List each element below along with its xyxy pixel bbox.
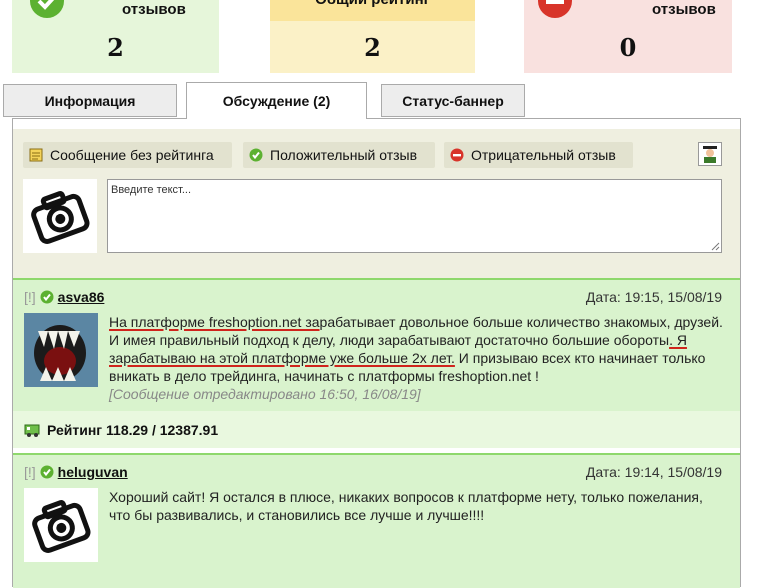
post-username[interactable]: asva86 bbox=[58, 289, 105, 305]
total-rating-label: Общий рейтинг bbox=[270, 0, 475, 8]
post-username[interactable]: heluguvan bbox=[58, 464, 128, 480]
negative-review-label: Отрицательный отзыв bbox=[471, 147, 616, 163]
post-text: На платформе freshoption.net зарабатывае… bbox=[109, 313, 723, 403]
discussion-panel: Сообщение без рейтинга Положительный отз… bbox=[12, 118, 741, 588]
post-date: Дата: 19:15, 15/08/19 bbox=[585, 289, 722, 305]
post-avatar bbox=[24, 313, 98, 387]
post-meta: [!] heluguvan bbox=[24, 464, 128, 480]
tab-bar: Информация Обсуждение (2) Статус-баннер bbox=[0, 82, 760, 119]
positive-reviews-label: отзывов bbox=[122, 1, 186, 18]
check-circle-icon bbox=[249, 148, 263, 162]
post-text-part-1: На платформе freshoption.net за bbox=[109, 314, 320, 330]
post-text: Хороший сайт! Я остался в плюсе, никаких… bbox=[109, 489, 703, 523]
message-textarea[interactable]: Введите текст... bbox=[107, 179, 722, 253]
report-flag[interactable]: [!] bbox=[24, 289, 36, 305]
check-circle-icon bbox=[30, 0, 64, 18]
negative-reviews-label: отзывов bbox=[652, 1, 716, 18]
check-circle-icon bbox=[40, 290, 54, 304]
negative-review-button[interactable]: Отрицательный отзыв bbox=[444, 142, 633, 168]
post-asva86: [!] asva86 Дата: 19:15, 15/08/19 На плат… bbox=[13, 278, 740, 411]
total-rating-value: 2 bbox=[364, 33, 381, 62]
post-edited-note: [Сообщение отредактировано 16:50, 16/08/… bbox=[109, 386, 421, 402]
no-rating-message-button[interactable]: Сообщение без рейтинга bbox=[23, 142, 232, 168]
user-avatar-button[interactable] bbox=[698, 142, 722, 166]
minus-circle-icon bbox=[450, 148, 464, 162]
check-circle-icon bbox=[40, 465, 54, 479]
positive-review-label: Положительный отзыв bbox=[270, 147, 418, 163]
composer-avatar bbox=[23, 179, 97, 253]
tab-discussion[interactable]: Обсуждение (2) bbox=[186, 82, 367, 119]
camera-icon bbox=[31, 191, 90, 244]
post-avatar bbox=[24, 488, 98, 562]
message-textarea-placeholder: Введите текст... bbox=[111, 184, 192, 196]
no-rating-message-label: Сообщение без рейтинга bbox=[50, 147, 214, 163]
user-avatar-icon bbox=[703, 146, 717, 163]
report-flag[interactable]: [!] bbox=[24, 464, 36, 480]
post-date: Дата: 19:14, 15/08/19 bbox=[585, 464, 722, 480]
negative-reviews-count: 0 bbox=[619, 33, 637, 62]
rating-icon bbox=[24, 424, 40, 437]
tab-information[interactable]: Информация bbox=[3, 84, 177, 117]
user-rating-value: Рейтинг 118.29 / 12387.91 bbox=[47, 421, 219, 438]
post-meta: [!] asva86 bbox=[24, 289, 104, 305]
tab-status-banner[interactable]: Статус-баннер bbox=[381, 84, 525, 117]
camera-icon bbox=[32, 500, 91, 553]
positive-reviews-count: 2 bbox=[107, 33, 124, 62]
minus-circle-icon bbox=[538, 0, 572, 18]
resize-handle-icon[interactable] bbox=[711, 242, 720, 251]
user-rating-row: Рейтинг 118.29 / 12387.91 bbox=[13, 411, 740, 448]
negative-reviews-box: отзывов 0 bbox=[524, 0, 732, 73]
post-heluguvan: [!] heluguvan Дата: 19:14, 15/08/19 Хоро… bbox=[13, 453, 740, 588]
positive-review-button[interactable]: Положительный отзыв bbox=[243, 142, 435, 168]
total-rating-box: Общий рейтинг 2 bbox=[270, 0, 475, 73]
note-icon bbox=[29, 148, 43, 162]
positive-reviews-box: отзывов 2 bbox=[12, 0, 219, 73]
monster-mouth-image bbox=[24, 313, 98, 387]
message-composer: Сообщение без рейтинга Положительный отз… bbox=[13, 129, 740, 279]
